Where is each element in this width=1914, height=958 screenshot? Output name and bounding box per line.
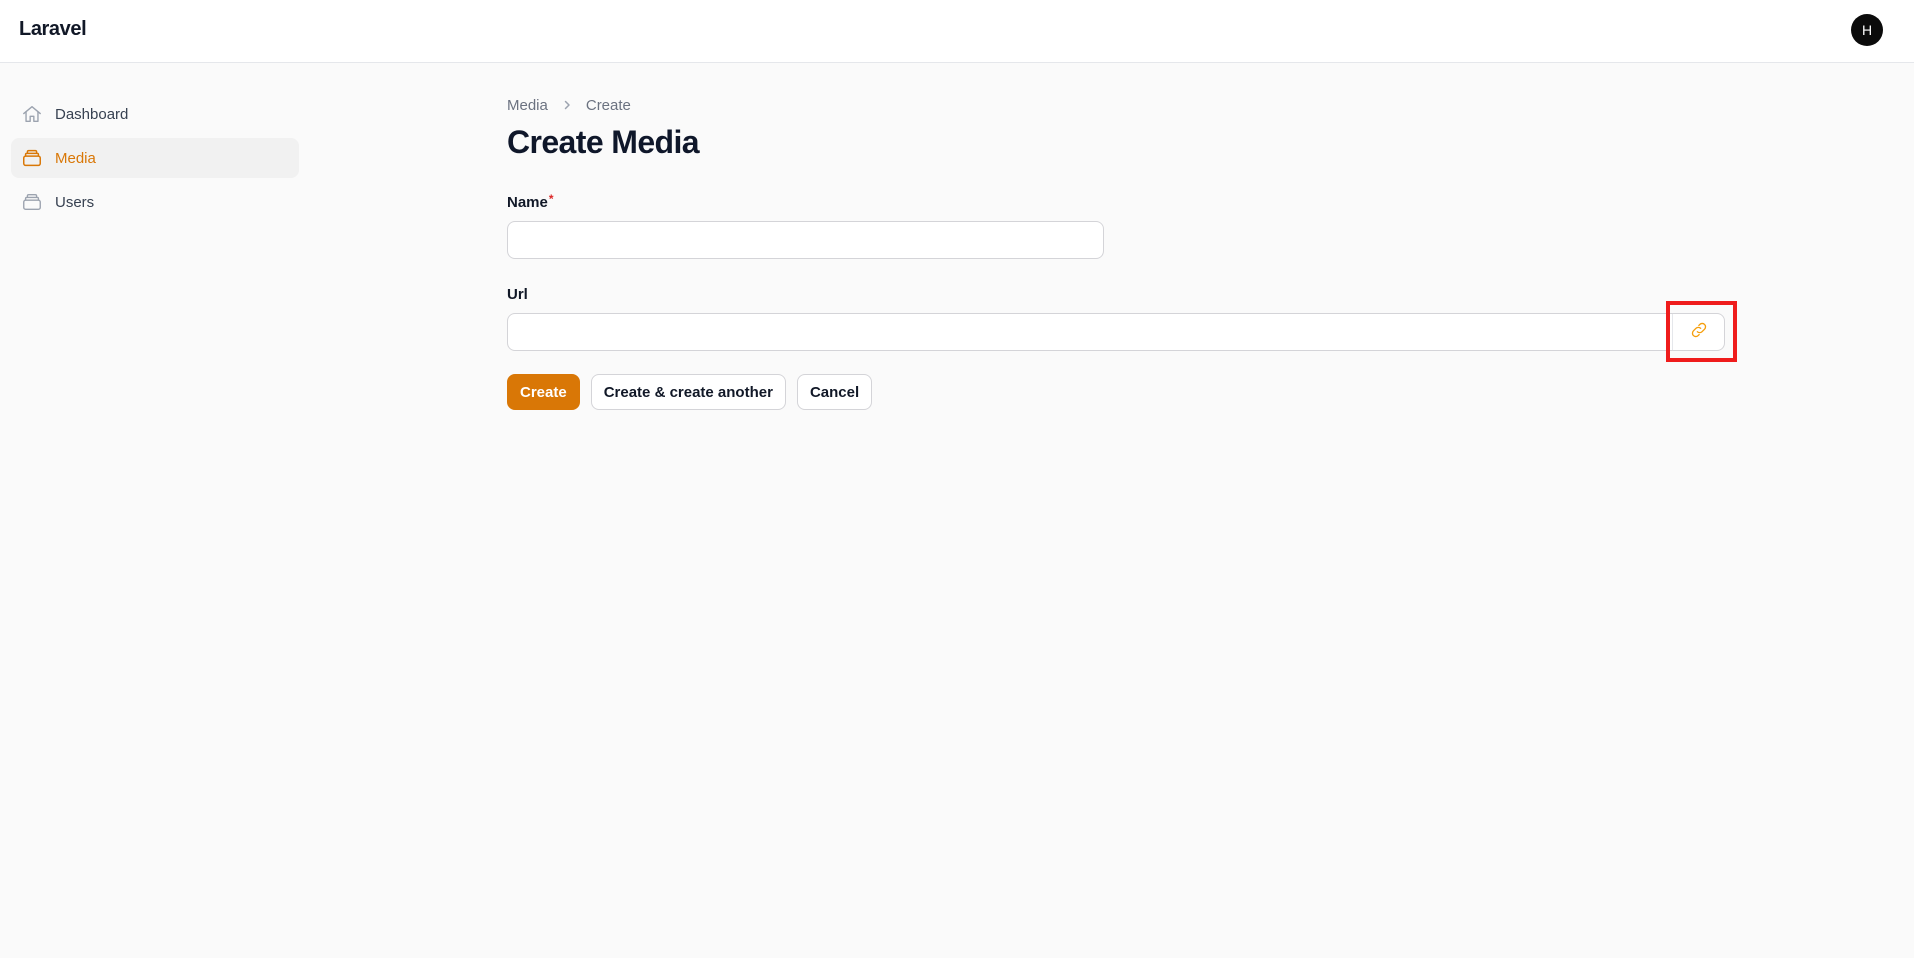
sidebar: Dashboard Media Users [11,94,299,226]
sidebar-item-label: Dashboard [55,105,129,123]
url-field [507,313,1725,351]
url-label: Url [507,286,528,303]
breadcrumb-media-link[interactable]: Media [507,97,548,114]
sidebar-item-label: Media [55,149,96,167]
stack-icon [20,190,44,214]
link-icon [1689,320,1709,345]
stack-icon [20,146,44,170]
sidebar-item-media[interactable]: Media [11,138,299,178]
top-bar: Laravel H [0,0,1914,63]
home-icon [20,102,44,126]
required-marker: * [548,192,554,206]
form-actions: Create Create & create another Cancel [507,374,873,410]
sidebar-item-dashboard[interactable]: Dashboard [11,94,299,134]
sidebar-item-label: Users [55,193,95,211]
cancel-button[interactable]: Cancel [796,374,873,410]
page-title: Create Media [507,124,700,160]
create-button[interactable]: Create [507,374,580,410]
name-label-text: Name [507,194,548,211]
url-input[interactable] [508,314,1672,350]
name-label: Name* [507,192,554,211]
name-input[interactable] [507,221,1104,259]
open-url-button[interactable] [1672,314,1724,350]
brand-logo[interactable]: Laravel [19,18,87,41]
main-content: Media Create Create Media [507,94,700,161]
chevron-right-icon [561,99,573,111]
create-another-button[interactable]: Create & create another [590,374,786,410]
user-avatar[interactable]: H [1851,14,1883,46]
sidebar-item-users[interactable]: Users [11,182,299,222]
breadcrumb: Media Create [507,94,699,116]
breadcrumb-current: Create [585,96,631,114]
